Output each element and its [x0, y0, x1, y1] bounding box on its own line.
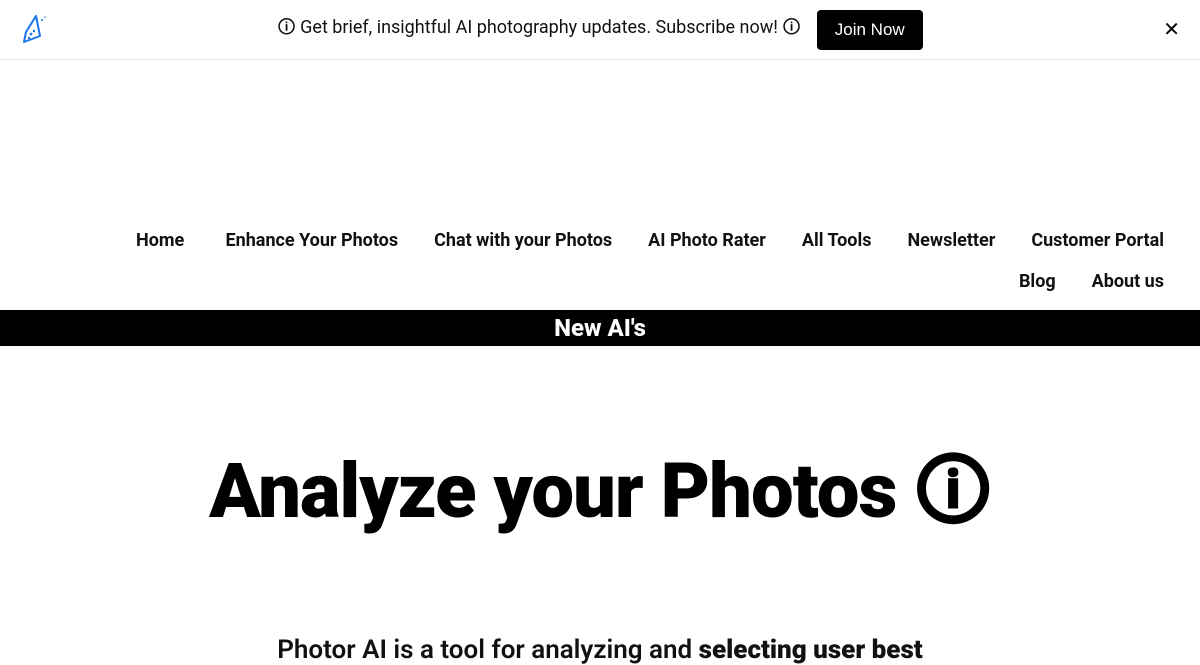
nav-rater[interactable]: AI Photo Rater: [648, 230, 766, 251]
nav-portal[interactable]: Customer Portal: [1031, 230, 1164, 251]
nav-enhance[interactable]: Enhance Your Photos: [226, 230, 399, 251]
strip-label: New AI's: [554, 314, 646, 342]
subtext-part1: Photor AI is a tool for analyzing and: [277, 635, 698, 665]
new-ais-strip: New AI's: [0, 310, 1200, 346]
main-nav: Home Enhance Your Photos Chat with your …: [0, 230, 1200, 271]
nav-home[interactable]: Home: [136, 230, 184, 251]
nav-chat[interactable]: Chat with your Photos: [434, 230, 612, 251]
nav-newsletter[interactable]: Newsletter: [907, 230, 995, 251]
join-now-button[interactable]: Join Now: [817, 10, 923, 50]
announcement-banner: 🛈 Get brief, insightful AI photography u…: [0, 0, 1200, 60]
subtext-bold: selecting user best: [699, 635, 923, 665]
hero-subtext: Photor AI is a tool for analyzing and se…: [0, 635, 1200, 665]
close-icon[interactable]: ✕: [1163, 20, 1180, 40]
logo[interactable]: [16, 14, 48, 46]
flask-icon: [16, 14, 48, 46]
hero-title: Analyze your Photos 🛈: [0, 436, 1200, 565]
nav-about[interactable]: About us: [1092, 271, 1164, 292]
banner-text: 🛈 Get brief, insightful AI photography u…: [277, 15, 800, 45]
nav-blog[interactable]: Blog: [1019, 271, 1056, 292]
nav-tools[interactable]: All Tools: [802, 230, 872, 251]
hero-section: Analyze your Photos 🛈: [0, 346, 1200, 565]
hero-spacer: [0, 60, 1200, 230]
secondary-nav: Blog About us: [0, 271, 1200, 310]
